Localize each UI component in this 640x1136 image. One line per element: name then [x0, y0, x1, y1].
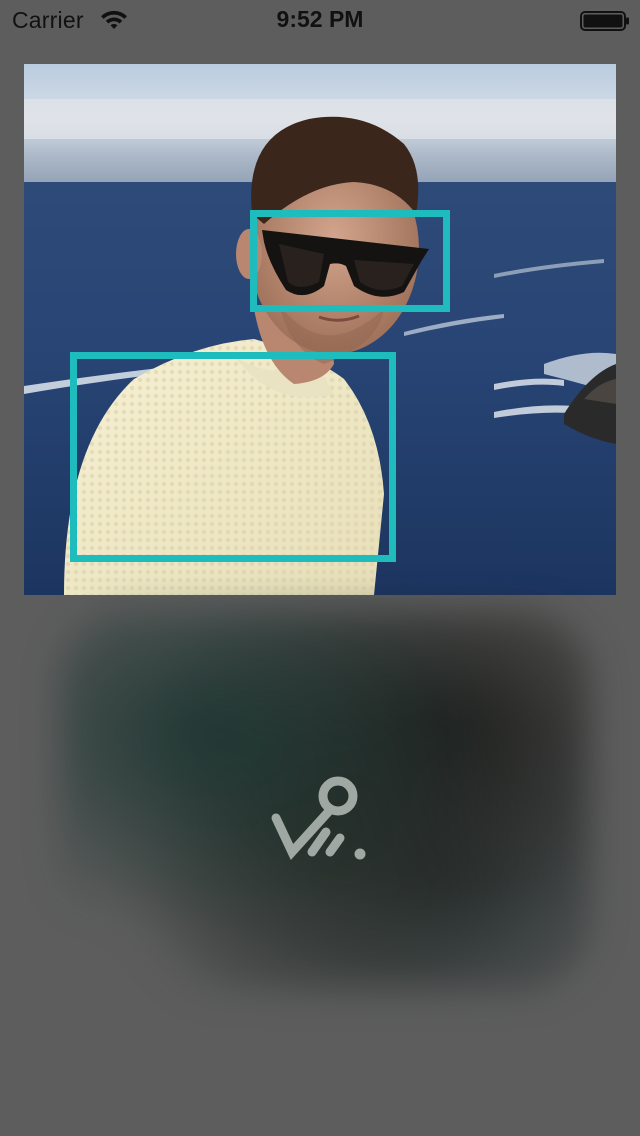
app-screen: Carrier 9:52 PM	[0, 0, 640, 1136]
status-bar: Carrier 9:52 PM	[0, 0, 640, 40]
detection-box-sunglasses[interactable]	[250, 210, 450, 312]
detection-box-sweater[interactable]	[70, 352, 396, 562]
battery-full-icon	[580, 11, 629, 31]
photo-view[interactable]	[24, 64, 616, 595]
app-logo-icon	[271, 776, 366, 861]
status-time: 9:52 PM	[276, 6, 364, 32]
